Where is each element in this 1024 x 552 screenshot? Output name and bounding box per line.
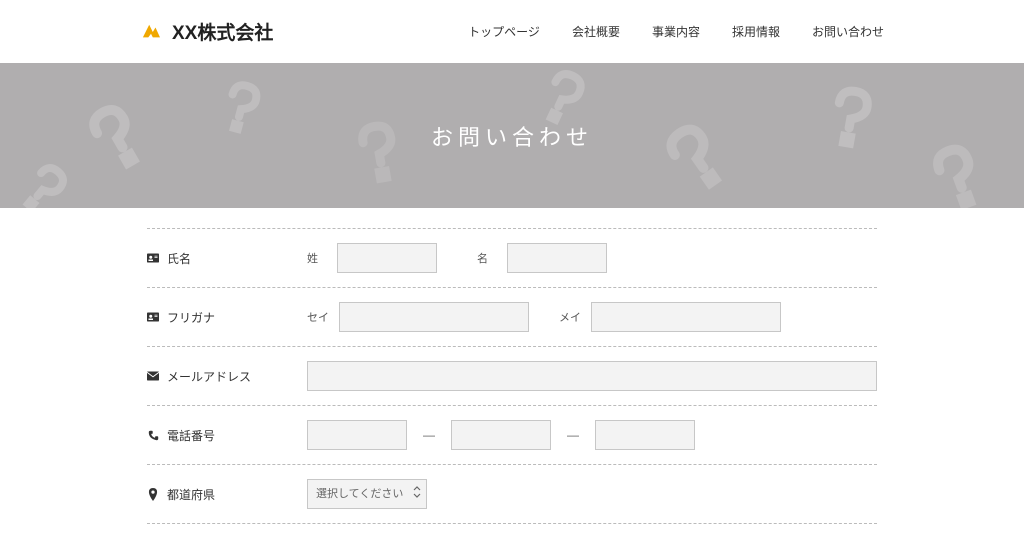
email-input[interactable] — [307, 361, 877, 391]
phone-fields: — — — [307, 420, 877, 450]
map-pin-icon — [147, 488, 159, 500]
sei-input[interactable] — [339, 302, 529, 332]
nav-top[interactable]: トップページ — [468, 23, 540, 40]
label-name-text: 氏名 — [167, 250, 191, 267]
sei-sublabel: セイ — [307, 309, 329, 325]
label-prefecture-text: 都道府県 — [167, 486, 215, 503]
nav-careers[interactable]: 採用情報 — [732, 23, 780, 40]
first-name-input[interactable] — [507, 243, 607, 273]
logo[interactable]: XX株式会社 — [140, 18, 273, 45]
row-prefecture: 都道府県 選択してください — [147, 464, 877, 523]
mei-sublabel: メイ — [559, 309, 581, 325]
phone-input-2[interactable] — [451, 420, 551, 450]
company-name: XX株式会社 — [172, 18, 273, 45]
logo-icon — [140, 23, 162, 41]
label-name: 氏名 — [147, 250, 307, 267]
row-furigana: フリガナ セイ メイ — [147, 287, 877, 346]
row-name: 氏名 姓 名 — [147, 228, 877, 287]
row-email: メールアドレス — [147, 346, 877, 405]
furigana-fields: セイ メイ — [307, 302, 877, 332]
hero-banner: お問い合わせ — [0, 63, 1024, 208]
last-name-input[interactable] — [337, 243, 437, 273]
email-field-wrap — [307, 361, 877, 391]
phone-input-3[interactable] — [595, 420, 695, 450]
id-card-icon — [147, 311, 159, 323]
row-phone: 電話番号 — — — [147, 405, 877, 464]
page-title: お問い合わせ — [431, 120, 593, 152]
envelope-icon — [147, 370, 159, 382]
label-furigana-text: フリガナ — [167, 309, 215, 326]
prefecture-field-wrap: 選択してください — [307, 479, 877, 509]
nav-business[interactable]: 事業内容 — [652, 23, 700, 40]
prefecture-select[interactable]: 選択してください — [307, 479, 427, 509]
label-prefecture: 都道府県 — [147, 486, 307, 503]
first-name-sublabel: 名 — [477, 250, 497, 266]
label-furigana: フリガナ — [147, 309, 307, 326]
id-card-icon — [147, 252, 159, 264]
phone-input-1[interactable] — [307, 420, 407, 450]
name-fields: 姓 名 — [307, 243, 877, 273]
site-header: XX株式会社 トップページ 会社概要 事業内容 採用情報 お問い合わせ — [0, 0, 1024, 63]
contact-form: 氏名 姓 名 フリガナ セイ メイ メールアドレス — [137, 228, 887, 552]
phone-sep-1: — — [417, 428, 441, 442]
label-email-text: メールアドレス — [167, 368, 251, 385]
nav-contact[interactable]: お問い合わせ — [812, 23, 884, 40]
phone-sep-2: — — [561, 428, 585, 442]
mei-input[interactable] — [591, 302, 781, 332]
label-phone-text: 電話番号 — [167, 427, 215, 444]
nav-about[interactable]: 会社概要 — [572, 23, 620, 40]
phone-icon — [147, 429, 159, 441]
row-extra — [147, 523, 877, 552]
label-phone: 電話番号 — [147, 427, 307, 444]
label-email: メールアドレス — [147, 368, 307, 385]
main-nav: トップページ 会社概要 事業内容 採用情報 お問い合わせ — [468, 23, 884, 40]
last-name-sublabel: 姓 — [307, 250, 327, 266]
